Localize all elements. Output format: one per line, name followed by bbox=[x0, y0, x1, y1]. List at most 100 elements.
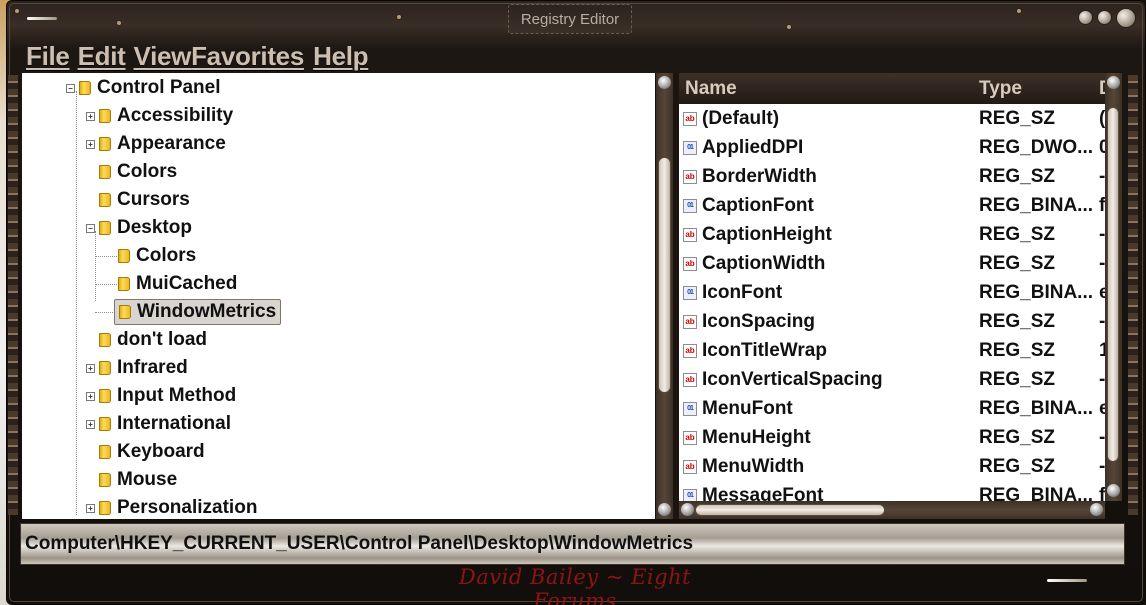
menu-help[interactable]: Help bbox=[309, 41, 372, 72]
tree-item-label: Colors bbox=[117, 161, 178, 182]
list-row[interactable]: ab IconSpacing REG_SZ - bbox=[679, 307, 1105, 336]
list-row[interactable]: ab MenuWidth REG_SZ - bbox=[679, 452, 1105, 481]
binary-value-icon: 01 bbox=[683, 140, 697, 155]
collapse-icon[interactable]: − bbox=[86, 223, 95, 233]
list-horizontal-scrollbar[interactable] bbox=[679, 501, 1105, 519]
scrollbar-thumb[interactable] bbox=[658, 157, 671, 393]
tree-item[interactable]: MuiCached bbox=[118, 270, 237, 298]
list-row[interactable]: 01 MessageFont REG_BINA... f bbox=[679, 481, 1105, 501]
list-row[interactable]: ab BorderWidth REG_SZ - bbox=[679, 162, 1105, 191]
expand-icon[interactable]: + bbox=[86, 363, 95, 373]
value-name: MessageFont bbox=[702, 484, 824, 502]
value-name-cell: ab (Default) bbox=[679, 108, 779, 130]
menu-view[interactable]: View bbox=[130, 41, 192, 72]
binary-value-icon: 01 bbox=[683, 401, 697, 416]
string-value-icon: ab bbox=[683, 169, 697, 184]
tree-item[interactable]: Colors bbox=[118, 242, 196, 270]
tree-item[interactable]: + Personalization bbox=[86, 494, 257, 519]
list-row[interactable]: ab IconTitleWrap REG_SZ 1 bbox=[679, 336, 1105, 365]
key-tree-pane[interactable]: − Control Panel + Accessibility + Appear… bbox=[22, 73, 655, 519]
tree-item[interactable]: − Control Panel bbox=[66, 74, 221, 102]
expand-icon[interactable]: + bbox=[86, 391, 95, 401]
folder-icon bbox=[118, 249, 130, 263]
tree-item[interactable]: don't load bbox=[99, 326, 207, 354]
tree-item[interactable]: Mouse bbox=[99, 466, 177, 494]
column-header-type[interactable]: Type bbox=[979, 78, 1022, 100]
list-row[interactable]: ab IconVerticalSpacing REG_SZ - bbox=[679, 365, 1105, 394]
rivet-icon bbox=[117, 21, 121, 25]
expand-icon[interactable]: + bbox=[86, 139, 95, 149]
list-vertical-scrollbar[interactable] bbox=[1105, 73, 1122, 501]
scroll-left-icon[interactable] bbox=[681, 503, 694, 516]
tree-item[interactable]: + Appearance bbox=[86, 130, 226, 158]
minimize-button[interactable] bbox=[1078, 10, 1093, 25]
tree-item-label: Input Method bbox=[117, 385, 237, 406]
string-value-icon: ab bbox=[683, 372, 697, 387]
menu-edit[interactable]: Edit bbox=[74, 41, 130, 72]
scroll-down-icon[interactable] bbox=[658, 503, 671, 516]
menu-favorites[interactable]: Favorites bbox=[191, 41, 309, 72]
tree-vertical-scrollbar[interactable] bbox=[655, 73, 673, 519]
close-button[interactable] bbox=[1116, 8, 1136, 28]
tree-item[interactable]: Colors bbox=[99, 158, 177, 186]
string-value-icon: ab bbox=[683, 430, 697, 445]
tree-guide bbox=[76, 91, 77, 515]
menu-file[interactable]: File bbox=[22, 41, 74, 72]
value-name: IconVerticalSpacing bbox=[702, 368, 883, 390]
value-name-cell: ab BorderWidth bbox=[679, 166, 817, 188]
list-row[interactable]: 01 CaptionFont REG_BINA... f bbox=[679, 191, 1105, 220]
expand-icon[interactable]: + bbox=[86, 503, 95, 513]
value-type: REG_BINA... bbox=[979, 484, 1094, 502]
maximize-button[interactable] bbox=[1097, 10, 1112, 25]
string-value-icon: ab bbox=[683, 314, 697, 329]
tree-item[interactable]: − Desktop bbox=[86, 214, 192, 242]
folder-icon bbox=[99, 361, 111, 375]
value-type: REG_SZ bbox=[979, 310, 1056, 332]
tree-item[interactable]: Cursors bbox=[99, 186, 190, 214]
folder-icon bbox=[99, 333, 111, 347]
value-name-cell: 01 CaptionFont bbox=[679, 195, 814, 217]
values-list-pane[interactable]: Name Type D ab(Default)REG_SZ(01AppliedD… bbox=[679, 73, 1105, 501]
expand-icon[interactable]: + bbox=[86, 111, 95, 121]
scrollbar-thumb[interactable] bbox=[1107, 107, 1119, 462]
address-path: Computer\HKEY_CURRENT_USER\Control Panel… bbox=[25, 533, 694, 554]
value-type: REG_SZ bbox=[979, 223, 1056, 245]
tree-item-label: Infrared bbox=[117, 357, 188, 378]
list-row[interactable]: ab (Default) REG_SZ( bbox=[679, 104, 1105, 133]
collapse-icon[interactable]: − bbox=[66, 83, 75, 93]
list-row[interactable]: 01 IconFont REG_BINA... e bbox=[679, 278, 1105, 307]
tree-item[interactable]: + Input Method bbox=[86, 382, 236, 410]
value-name: MenuHeight bbox=[702, 426, 811, 448]
tree-guide bbox=[95, 284, 119, 285]
value-type: REG_BINA... bbox=[979, 194, 1094, 216]
column-header-name[interactable]: Name bbox=[685, 78, 737, 100]
tree-item[interactable]: + Accessibility bbox=[86, 102, 233, 130]
list-row[interactable]: 01 MenuFont REG_BINA... e bbox=[679, 394, 1105, 423]
scroll-right-icon[interactable] bbox=[1090, 503, 1103, 516]
window-title: Registry Editor bbox=[508, 4, 632, 34]
scroll-up-icon[interactable] bbox=[658, 76, 671, 89]
tree-item-label: Accessibility bbox=[117, 105, 234, 126]
tree-item[interactable]: Keyboard bbox=[99, 438, 205, 466]
address-bar[interactable]: Computer\HKEY_CURRENT_USER\Control Panel… bbox=[20, 523, 1125, 565]
tree-item-label: MuiCached bbox=[136, 273, 238, 294]
scroll-down-icon[interactable] bbox=[1107, 484, 1120, 497]
tree-guide bbox=[95, 256, 119, 257]
list-row[interactable]: ab CaptionWidth REG_SZ - bbox=[679, 249, 1105, 278]
expand-icon[interactable]: + bbox=[86, 419, 95, 429]
value-type: REG_SZ bbox=[979, 368, 1056, 390]
scroll-up-icon[interactable] bbox=[1107, 76, 1120, 89]
value-type: REG_BINA... bbox=[979, 397, 1094, 419]
scrollbar-thumb[interactable] bbox=[695, 504, 885, 516]
tree-item-selected[interactable]: WindowMetrics bbox=[114, 298, 282, 326]
tree-item[interactable]: + Infrared bbox=[86, 354, 188, 382]
value-name: CaptionWidth bbox=[702, 252, 826, 274]
value-type: REG_SZ bbox=[979, 455, 1056, 477]
list-row[interactable]: ab CaptionHeight REG_SZ - bbox=[679, 220, 1105, 249]
list-row[interactable]: ab MenuHeight REG_SZ - bbox=[679, 423, 1105, 452]
value-name-cell: 01 MessageFont bbox=[679, 484, 824, 502]
tree-item[interactable]: + International bbox=[86, 410, 231, 438]
folder-icon bbox=[118, 277, 130, 291]
folder-icon bbox=[79, 81, 91, 95]
list-row[interactable]: 01 AppliedDPI REG_DWO... 0 bbox=[679, 133, 1105, 162]
